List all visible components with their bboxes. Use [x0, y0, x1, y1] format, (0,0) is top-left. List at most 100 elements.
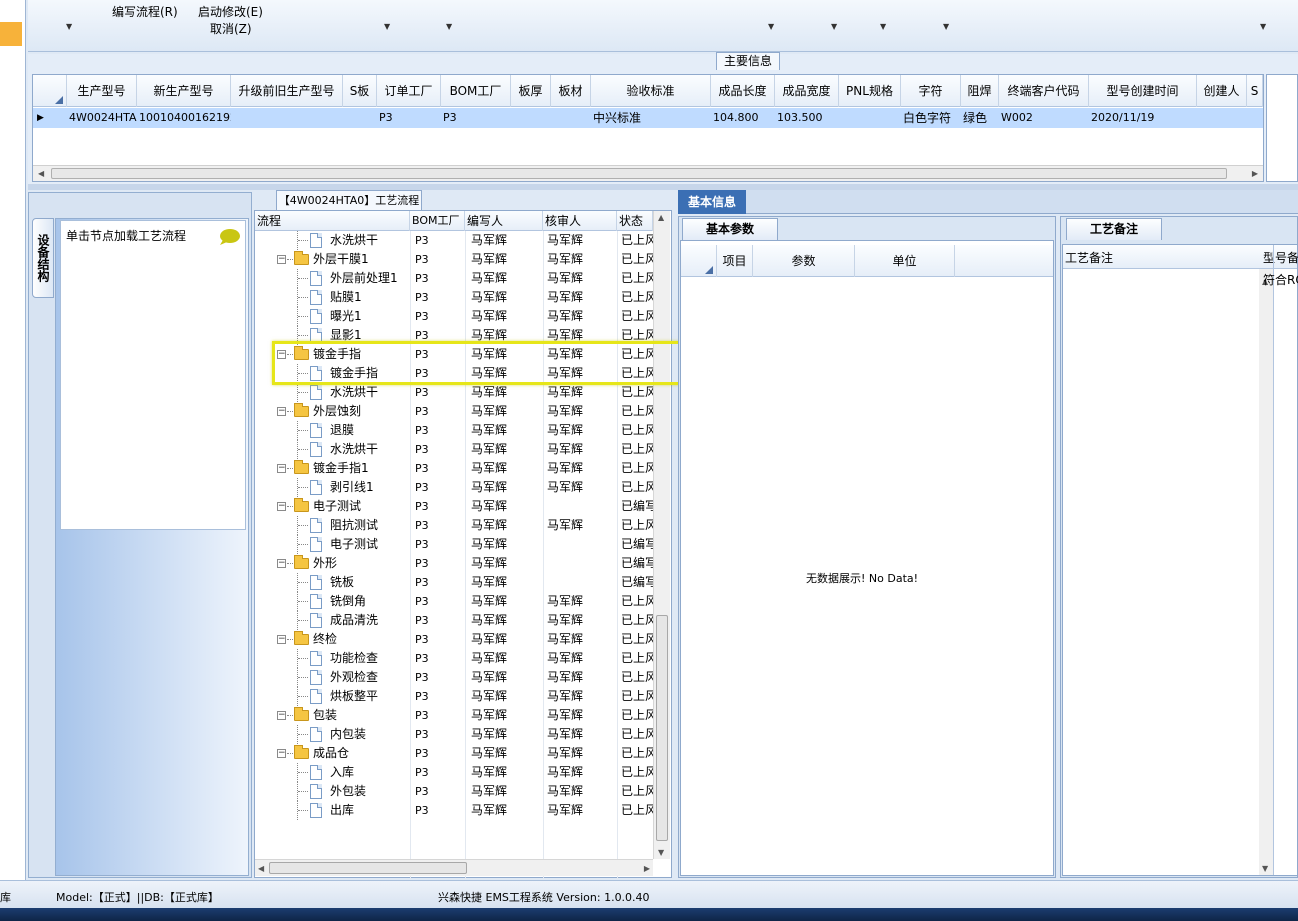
- collapse-icon[interactable]: −: [277, 559, 286, 568]
- tree-node-row[interactable]: 水洗烘干 P3 马军辉 马军辉 已上风: [255, 383, 653, 402]
- tree-node-name[interactable]: 入库: [330, 763, 410, 782]
- table-row[interactable]: ▶ 4W0024HTA0 10010400162192 P3 P3 中兴标准 1…: [33, 108, 1263, 128]
- cell-bom-factory[interactable]: P3: [415, 250, 463, 269]
- cell-reviewer[interactable]: 马军辉: [547, 763, 615, 782]
- col-header-model-notes[interactable]: 型号备: [1263, 249, 1298, 266]
- tree-node-name[interactable]: 铣板: [330, 573, 410, 592]
- cell-bom-factory[interactable]: P3: [415, 706, 463, 725]
- cell-writer[interactable]: 马军辉: [471, 668, 541, 687]
- cell-writer[interactable]: 马军辉: [471, 497, 541, 516]
- collapse-icon[interactable]: −: [277, 407, 286, 416]
- collapse-icon[interactable]: −: [277, 749, 286, 758]
- tree-node-name[interactable]: 内包装: [330, 725, 410, 744]
- cell-reviewer[interactable]: 马军辉: [547, 307, 615, 326]
- tree-node-row[interactable]: 出库 P3 马军辉 马军辉 已上风: [255, 801, 653, 820]
- tree-node-row[interactable]: 铣板 P3 马军辉 已编写: [255, 573, 653, 592]
- tree-node-name[interactable]: 外层干膜1: [313, 250, 409, 269]
- tree-node-name[interactable]: 功能检查: [330, 649, 410, 668]
- cell-reviewer[interactable]: 马军辉: [547, 611, 615, 630]
- cell-length[interactable]: 104.800: [711, 108, 775, 128]
- tree-node-row[interactable]: 水洗烘干 P3 马军辉 马军辉 已上风: [255, 231, 653, 250]
- cell-bom-factory[interactable]: P3: [415, 269, 463, 288]
- col-header-order-factory[interactable]: 订单工厂: [377, 75, 441, 107]
- speech-bubble-icon[interactable]: [217, 228, 241, 246]
- cell-width[interactable]: 103.500: [775, 108, 839, 128]
- tree-node-row[interactable]: 退膜 P3 马军辉 马军辉 已上风: [255, 421, 653, 440]
- cell-bom-factory[interactable]: P3: [415, 687, 463, 706]
- write-process-button[interactable]: 编写流程(R): [112, 3, 178, 20]
- tree-node-row[interactable]: 烘板整平 P3 马军辉 马军辉 已上风: [255, 687, 653, 706]
- col-header-model[interactable]: 生产型号: [67, 75, 137, 107]
- tree-node-row[interactable]: 水洗烘干 P3 马军辉 马军辉 已上风: [255, 440, 653, 459]
- cell-status[interactable]: 已上风: [621, 801, 653, 820]
- cell-bom-factory[interactable]: P3: [415, 554, 463, 573]
- cell-created-time[interactable]: 2020/11/19: [1089, 108, 1197, 128]
- cell-status[interactable]: 已上风: [621, 250, 653, 269]
- process-notes-tab[interactable]: 工艺备注: [1066, 218, 1162, 240]
- col-header-s[interactable]: S: [1247, 75, 1263, 107]
- cell-order-factory[interactable]: P3: [377, 108, 441, 128]
- cell-bom-factory[interactable]: P3: [415, 383, 463, 402]
- tree-node-row[interactable]: 外包装 P3 马军辉 马军辉 已上风: [255, 782, 653, 801]
- tree-node-name[interactable]: 阻抗测试: [330, 516, 410, 535]
- basic-info-tab[interactable]: 基本信息: [678, 190, 746, 214]
- tree-node-row[interactable]: 剥引线1 P3 马军辉 马军辉 已上风: [255, 478, 653, 497]
- cell-bom-factory[interactable]: P3: [415, 801, 463, 820]
- cell-customer-code[interactable]: W002: [999, 108, 1089, 128]
- cell-bom-factory[interactable]: P3: [415, 763, 463, 782]
- tree-node-row[interactable]: 成品清洗 P3 马军辉 马军辉 已上风: [255, 611, 653, 630]
- cell-writer[interactable]: 马军辉: [471, 307, 541, 326]
- cell-writer[interactable]: 马军辉: [471, 782, 541, 801]
- tree-node-name[interactable]: 外包装: [330, 782, 410, 801]
- cell-writer[interactable]: 马军辉: [471, 630, 541, 649]
- col-header-thickness[interactable]: 板厚: [511, 75, 551, 107]
- cell-status[interactable]: 已上风: [621, 668, 653, 687]
- cell-new-model[interactable]: 10010400162192: [137, 108, 231, 128]
- cell-reviewer[interactable]: 马军辉: [547, 383, 615, 402]
- cell-reviewer[interactable]: [547, 573, 615, 592]
- scroll-left-icon[interactable]: ◀: [258, 864, 264, 873]
- cell-reviewer[interactable]: 马军辉: [547, 250, 615, 269]
- cell-writer[interactable]: 马军辉: [471, 763, 541, 782]
- cell-writer[interactable]: 马军辉: [471, 478, 541, 497]
- cell-status[interactable]: 已上风: [621, 744, 653, 763]
- cell-bom-factory[interactable]: P3: [415, 573, 463, 592]
- cell-status[interactable]: 已编写: [621, 535, 653, 554]
- cell-status[interactable]: 已上风: [621, 687, 653, 706]
- cell-reviewer[interactable]: 马军辉: [547, 668, 615, 687]
- cell-bom-factory[interactable]: P3: [415, 402, 463, 421]
- tree-folder-row[interactable]: − 外形 P3 马军辉 已编写: [255, 554, 653, 573]
- cell-reviewer[interactable]: 马军辉: [547, 478, 615, 497]
- cell-status[interactable]: 已上风: [621, 459, 653, 478]
- cell-writer[interactable]: 马军辉: [471, 231, 541, 250]
- scroll-thumb[interactable]: [656, 615, 668, 841]
- cell-character[interactable]: 白色字符: [901, 108, 961, 128]
- tree-node-row[interactable]: 阻抗测试 P3 马军辉 马军辉 已上风: [255, 516, 653, 535]
- dropdown-arrow-icon[interactable]: ▼: [446, 22, 452, 31]
- cell-bom-factory[interactable]: P3: [415, 516, 463, 535]
- cell-bom-factory[interactable]: P3: [415, 459, 463, 478]
- tree-node-row[interactable]: 入库 P3 马军辉 马军辉 已上风: [255, 763, 653, 782]
- cell-bom-factory[interactable]: P3: [415, 725, 463, 744]
- cell-bom-factory[interactable]: P3: [415, 592, 463, 611]
- cell-writer[interactable]: 马军辉: [471, 554, 541, 573]
- tree-node-row[interactable]: 内包装 P3 马军辉 马军辉 已上风: [255, 725, 653, 744]
- collapse-icon[interactable]: −: [277, 502, 286, 511]
- cell-bom-factory[interactable]: P3: [415, 611, 463, 630]
- notes-vscrollbar[interactable]: ▲ ▼: [1259, 269, 1273, 875]
- cell-model[interactable]: 4W0024HTA0: [67, 108, 137, 128]
- cell-reviewer[interactable]: 马军辉: [547, 744, 615, 763]
- scroll-right-icon[interactable]: ▶: [1252, 169, 1258, 178]
- cell-writer[interactable]: 马军辉: [471, 421, 541, 440]
- cell-writer[interactable]: 马军辉: [471, 801, 541, 820]
- tree-node-name[interactable]: 曝光1: [330, 307, 410, 326]
- cell-reviewer[interactable]: 马军辉: [547, 402, 615, 421]
- scroll-down-icon[interactable]: ▼: [1262, 864, 1268, 873]
- cell-writer[interactable]: 马军辉: [471, 516, 541, 535]
- tree-node-row[interactable]: 电子测试 P3 马军辉 已编写: [255, 535, 653, 554]
- cell-reviewer[interactable]: [547, 535, 615, 554]
- cell-status[interactable]: 已编写: [621, 497, 653, 516]
- tree-node-name[interactable]: 电子测试: [330, 535, 410, 554]
- cell-writer[interactable]: 马军辉: [471, 649, 541, 668]
- model-grid-hscrollbar[interactable]: ◀ ▶: [33, 165, 1263, 181]
